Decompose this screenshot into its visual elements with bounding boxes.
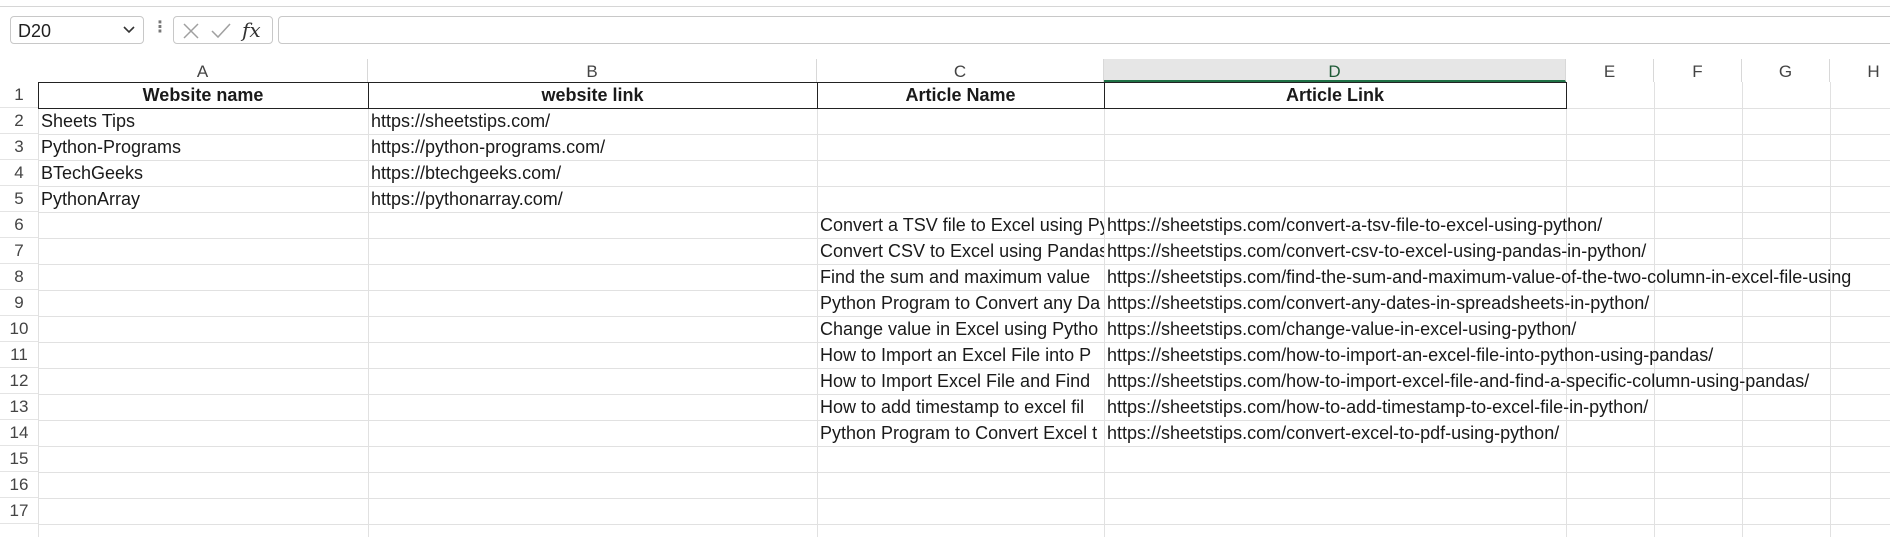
cell-article-name[interactable]: Python Program to Convert Excel t xyxy=(817,420,1104,446)
spreadsheet-grid[interactable]: A B C D E F G H 1 2 3 4 5 6 7 8 9 10 11 … xyxy=(0,59,1890,537)
cell-website-link[interactable]: https://python-programs.com/ xyxy=(368,134,817,160)
row-header[interactable]: 4 xyxy=(0,160,38,186)
cell-article-link[interactable]: https://sheetstips.com/how-to-import-exc… xyxy=(1104,368,1890,394)
cell-article-link[interactable]: https://sheetstips.com/how-to-add-timest… xyxy=(1104,394,1890,420)
cell-website-link[interactable]: https://sheetstips.com/ xyxy=(368,108,817,134)
column-header-c[interactable]: C xyxy=(817,59,1104,82)
cell-c1[interactable]: Article Name xyxy=(817,82,1104,108)
cell-article-link[interactable]: https://sheetstips.com/convert-csv-to-ex… xyxy=(1104,238,1890,264)
row-header[interactable]: 5 xyxy=(0,186,38,212)
cell-article-name[interactable]: How to Import Excel File and Find xyxy=(817,368,1104,394)
row-header[interactable]: 1 xyxy=(0,82,38,108)
row-header[interactable]: 11 xyxy=(0,342,38,368)
gridline xyxy=(38,498,1890,499)
chevron-down-icon[interactable] xyxy=(123,23,135,35)
cell-website-name[interactable]: PythonArray xyxy=(38,186,368,212)
formula-bar: D20 ⋮ fx xyxy=(0,13,1890,49)
cell-website-name[interactable]: Sheets Tips xyxy=(38,108,368,134)
name-box[interactable]: D20 xyxy=(10,16,144,44)
row-header[interactable]: 15 xyxy=(0,446,38,472)
row-header[interactable]: 8 xyxy=(0,264,38,290)
row-header[interactable]: 10 xyxy=(0,316,38,342)
insert-function-button[interactable]: fx xyxy=(242,18,261,42)
column-header-e[interactable]: E xyxy=(1566,59,1654,82)
cell-website-link[interactable]: https://btechgeeks.com/ xyxy=(368,160,817,186)
more-options-icon[interactable]: ⋮ xyxy=(152,20,168,36)
column-header-b[interactable]: B xyxy=(368,59,817,82)
cell-article-link[interactable]: https://sheetstips.com/change-value-in-e… xyxy=(1104,316,1890,342)
gridline xyxy=(38,446,1890,447)
cell-article-link[interactable]: https://sheetstips.com/how-to-import-an-… xyxy=(1104,342,1890,368)
column-header-d[interactable]: D xyxy=(1104,59,1566,82)
row-header[interactable]: 13 xyxy=(0,394,38,420)
column-header-f[interactable]: F xyxy=(1654,59,1742,82)
cell-article-link[interactable]: https://sheetstips.com/find-the-sum-and-… xyxy=(1104,264,1890,290)
formula-controls: fx xyxy=(173,16,273,44)
row-header[interactable]: 6 xyxy=(0,212,38,238)
row-header[interactable]: 2 xyxy=(0,108,38,134)
row-header[interactable]: 17 xyxy=(0,498,38,524)
row-header[interactable]: 14 xyxy=(0,420,38,446)
checkmark-icon[interactable] xyxy=(210,21,232,41)
name-box-value: D20 xyxy=(18,21,52,41)
cell-article-name[interactable]: How to add timestamp to excel fil xyxy=(817,394,1104,420)
cell-article-name[interactable]: How to Import an Excel File into P xyxy=(817,342,1104,368)
formula-input[interactable] xyxy=(278,16,1890,44)
cell-article-name[interactable]: Convert CSV to Excel using Pandas xyxy=(817,238,1104,264)
cell-a1[interactable]: Website name xyxy=(38,82,368,108)
cell-website-link[interactable]: https://pythonarray.com/ xyxy=(368,186,817,212)
select-all-corner[interactable] xyxy=(0,59,38,82)
cell-d1[interactable]: Article Link xyxy=(1104,82,1566,108)
cell-article-name[interactable]: Find the sum and maximum value xyxy=(817,264,1104,290)
cell-article-link[interactable]: https://sheetstips.com/convert-any-dates… xyxy=(1104,290,1890,316)
cell-website-name[interactable]: Python-Programs xyxy=(38,134,368,160)
cell-article-name[interactable]: Convert a TSV file to Excel using Py xyxy=(817,212,1104,238)
row-header[interactable]: 7 xyxy=(0,238,38,264)
cell-article-name[interactable]: Python Program to Convert any Da xyxy=(817,290,1104,316)
cell-article-name[interactable]: Change value in Excel using Pytho xyxy=(817,316,1104,342)
gridline xyxy=(38,524,1890,525)
close-icon[interactable] xyxy=(181,21,201,41)
row-header[interactable]: 16 xyxy=(0,472,38,498)
cell-article-link[interactable]: https://sheetstips.com/convert-a-tsv-fil… xyxy=(1104,212,1890,238)
column-header-g[interactable]: G xyxy=(1742,59,1830,82)
cell-article-link[interactable]: https://sheetstips.com/convert-excel-to-… xyxy=(1104,420,1890,446)
row-header[interactable]: 12 xyxy=(0,368,38,394)
row-header[interactable]: 3 xyxy=(0,134,38,160)
column-header-h[interactable]: H xyxy=(1830,59,1890,82)
column-header-a[interactable]: A xyxy=(38,59,368,82)
window-top-edge xyxy=(0,0,1890,7)
gridline xyxy=(38,472,1890,473)
cell-b1[interactable]: website link xyxy=(368,82,817,108)
row-header[interactable]: 9 xyxy=(0,290,38,316)
cell-website-name[interactable]: BTechGeeks xyxy=(38,160,368,186)
